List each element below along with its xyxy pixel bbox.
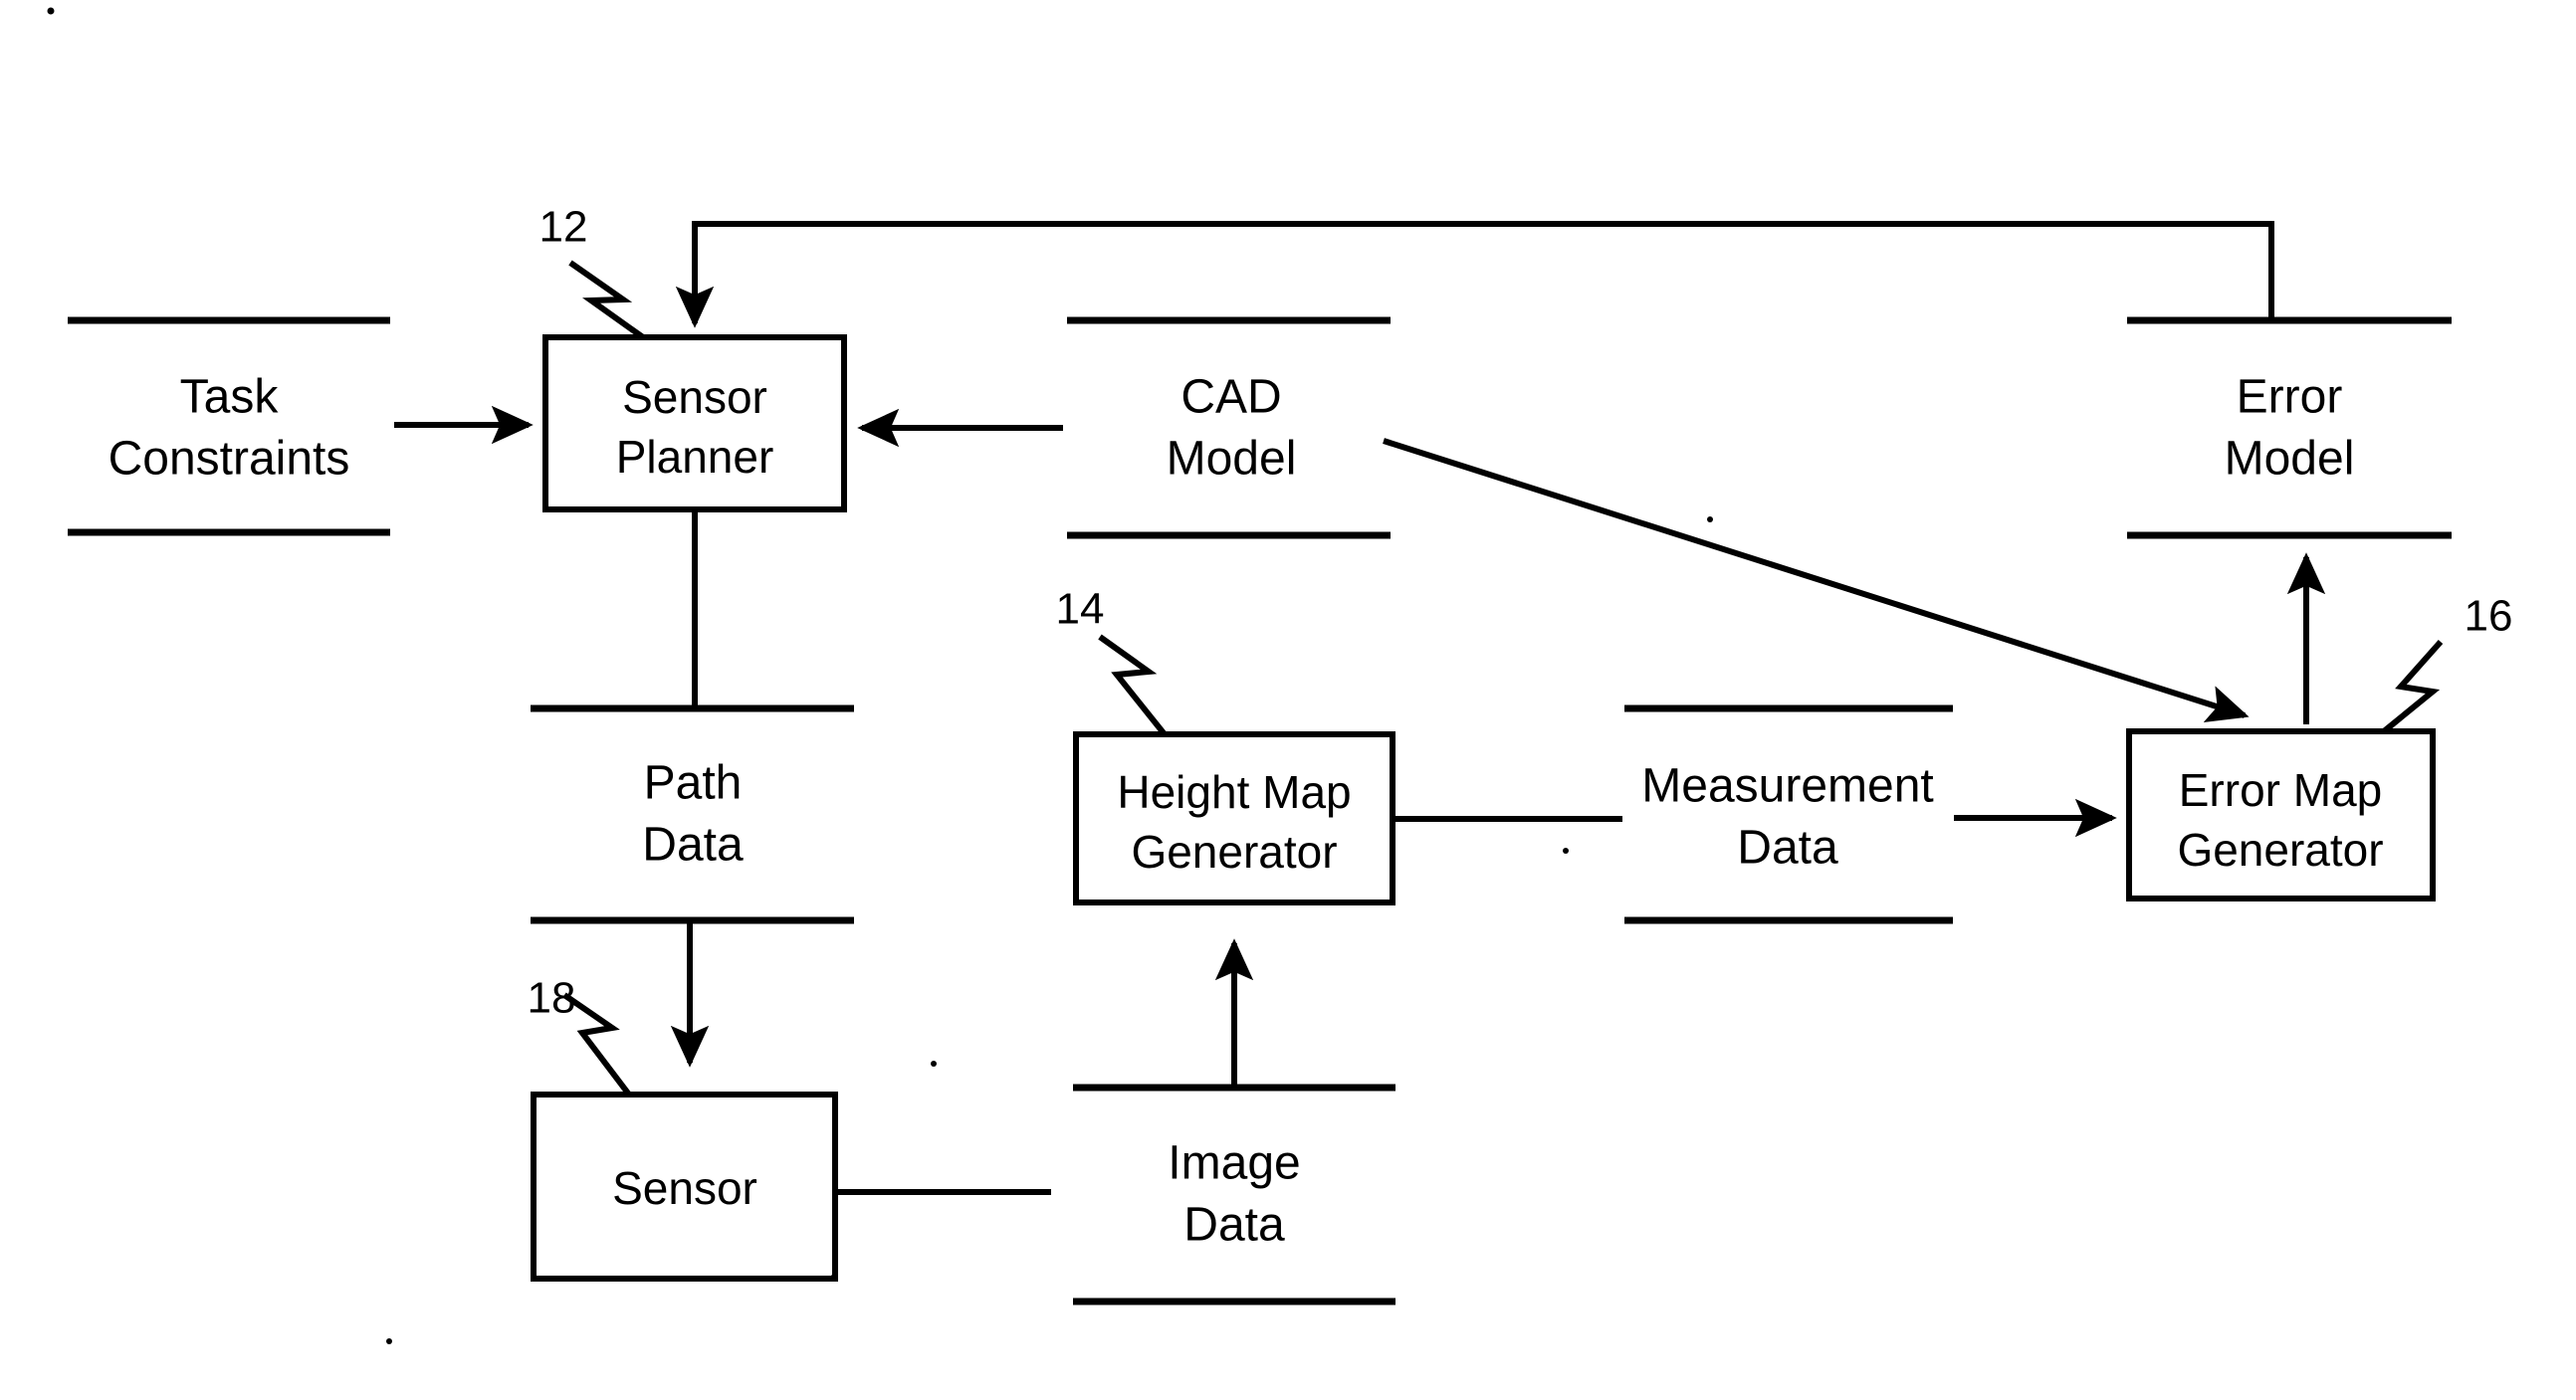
measurement-data-label-line2: Data <box>1737 822 1838 875</box>
scan-speck <box>1707 516 1713 522</box>
task-constraints-label-line2: Constraints <box>108 433 350 486</box>
data-store-measurement-data: Measurement Data <box>1624 704 1953 924</box>
process-sensor-planner: Sensor Planner 12 <box>539 203 847 512</box>
flow-cad-model-to-error-map-generator <box>1383 438 2250 722</box>
process-sensor: Sensor 18 <box>528 974 838 1282</box>
image-data-label-line1: Image <box>1168 1137 1300 1190</box>
sensor-planner-label-line2: Planner <box>616 431 774 483</box>
cad-model-label-line2: Model <box>1167 433 1297 486</box>
error-map-generator-ref-number: 16 <box>2465 592 2513 641</box>
scan-speck <box>1563 848 1569 854</box>
data-store-path-data: Path Data <box>531 704 854 924</box>
sensor-label-line1: Sensor <box>612 1162 757 1214</box>
sensor-ref-number: 18 <box>528 974 576 1023</box>
data-store-image-data: Image Data <box>1073 1084 1395 1305</box>
error-map-generator-label-line1: Error Map <box>2179 764 2382 816</box>
height-map-generator-ref-leader <box>1098 634 1168 736</box>
sensor-planner-ref-number: 12 <box>539 203 588 252</box>
sensor-planner-box <box>542 334 847 512</box>
image-data-label-line2: Data <box>1183 1199 1285 1252</box>
scan-artifacts <box>47 7 1713 1344</box>
scan-speck <box>831 1274 837 1280</box>
error-model-label-line2: Model <box>2225 433 2355 486</box>
measurement-data-label-line1: Measurement <box>1641 760 1933 813</box>
patent-figure-diagram: Task Constraints CAD Model Error Model P… <box>0 0 2576 1400</box>
height-map-generator-ref-number: 14 <box>1056 585 1105 634</box>
sensor-planner-label-line1: Sensor <box>622 371 767 423</box>
path-data-label-line1: Path <box>644 757 743 810</box>
data-store-cad-model: CAD Model <box>1067 316 1391 539</box>
process-error-map-generator: Error Map Generator 16 <box>2126 592 2513 901</box>
process-height-map-generator: Height Map Generator 14 <box>1056 585 1395 905</box>
height-map-generator-label-line1: Height Map <box>1117 766 1351 818</box>
error-map-generator-ref-leader <box>2382 640 2444 734</box>
scan-speck <box>47 7 55 15</box>
cad-model-label-line1: CAD <box>1181 371 1281 424</box>
scan-speck <box>931 1061 937 1067</box>
scan-speck <box>386 1338 392 1344</box>
data-store-error-model: Error Model <box>2127 316 2452 539</box>
flow-error-model-to-sensor-planner <box>675 221 2274 328</box>
task-constraints-label-line1: Task <box>180 371 280 424</box>
path-data-label-line2: Data <box>642 819 744 872</box>
data-store-task-constraints: Task Constraints <box>68 316 390 536</box>
sensor-planner-ref-leader <box>568 260 645 340</box>
error-model-label-line1: Error <box>2237 371 2343 424</box>
diagram-canvas: Task Constraints CAD Model Error Model P… <box>47 7 2513 1344</box>
error-map-generator-label-line2: Generator <box>2177 824 2383 876</box>
height-map-generator-label-line2: Generator <box>1131 826 1337 878</box>
